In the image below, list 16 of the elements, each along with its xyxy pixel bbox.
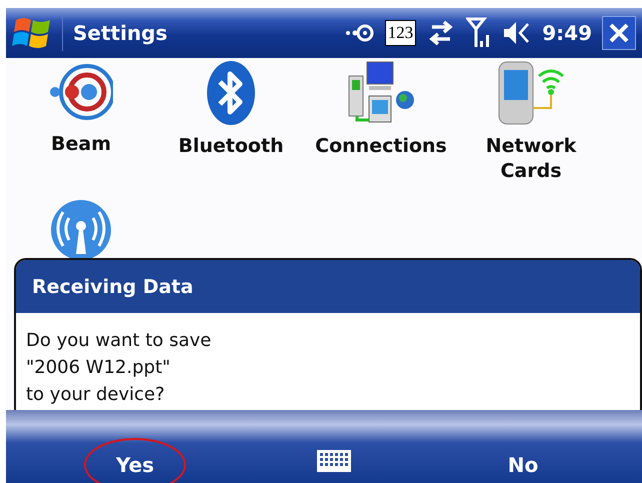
softkey[interactable]: Yes	[84, 438, 186, 483]
close-button[interactable]	[602, 16, 636, 50]
dialog-message: Do you want to save "2006 W12.ppt" to your device?	[25, 329, 212, 407]
softkey[interactable]: No	[476, 438, 570, 483]
setting-label[interactable]: Connections	[315, 134, 447, 159]
infrared-icon[interactable]	[344, 22, 375, 44]
setting-label[interactable]: Bluetooth	[178, 134, 284, 159]
setting-label[interactable]: Beam	[51, 132, 111, 157]
phone-wireless-icon	[497, 60, 565, 126]
input-mode-indicator[interactable]: 123	[384, 20, 416, 46]
clock-time[interactable]: 9:49	[542, 21, 592, 45]
setting-label[interactable]: Network Cards	[461, 134, 601, 184]
window-title: Settings	[62, 15, 335, 51]
keyboard-icon[interactable]	[316, 449, 352, 473]
close-x-icon	[608, 22, 630, 44]
dialog-title: Receiving Data	[16, 260, 640, 313]
